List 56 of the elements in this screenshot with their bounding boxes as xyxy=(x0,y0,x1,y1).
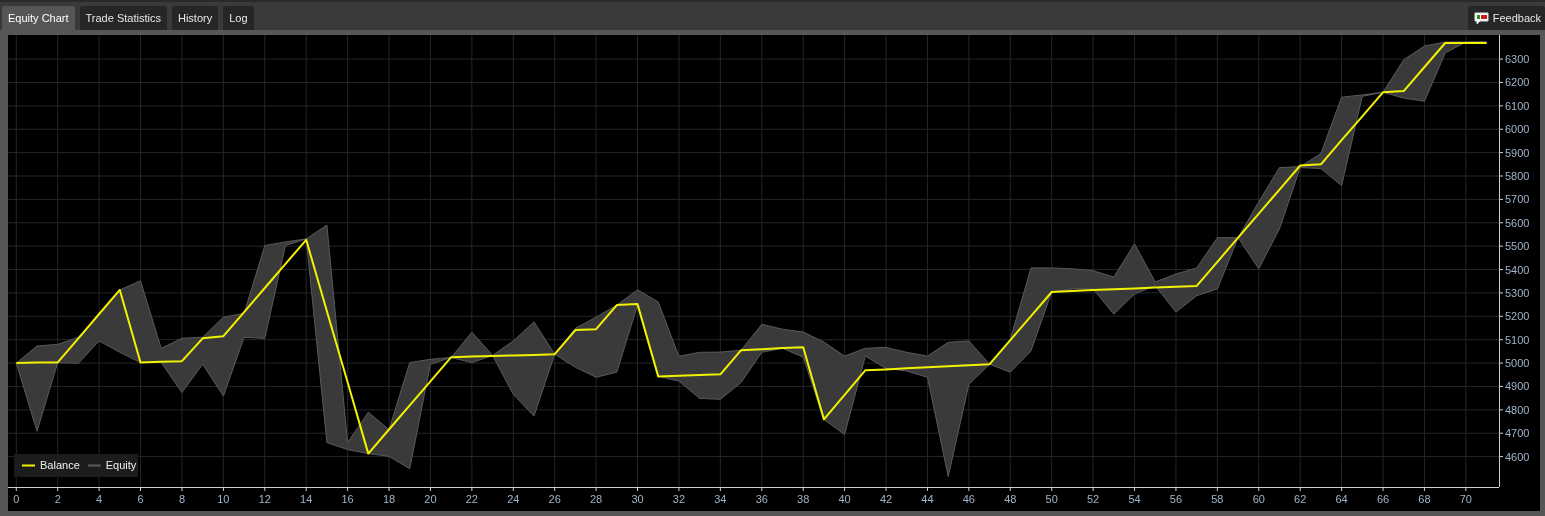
y-tick-label: 4600 xyxy=(1505,450,1530,463)
y-tick-label: 4900 xyxy=(1505,380,1530,393)
x-tick-label: 66 xyxy=(1376,493,1390,505)
x-tick-label: 70 xyxy=(1459,493,1472,505)
x-tick-label: 54 xyxy=(1128,493,1141,505)
y-tick-label: 5500 xyxy=(1505,240,1530,253)
x-tick-label: 14 xyxy=(300,493,313,505)
x-tick-label: 46 xyxy=(962,493,975,505)
x-tick-label: 0 xyxy=(13,493,20,505)
y-tick-label: 6200 xyxy=(1505,76,1530,89)
y-tick-label: 4800 xyxy=(1505,403,1530,416)
y-tick-label: 5000 xyxy=(1505,357,1530,370)
y-tick-label: 6000 xyxy=(1505,123,1530,136)
legend-label: Balance xyxy=(40,459,80,471)
y-tick-label: 5400 xyxy=(1505,263,1530,276)
x-tick-label: 64 xyxy=(1335,493,1348,505)
x-tick-label: 8 xyxy=(178,493,185,505)
x-tick-label: 40 xyxy=(838,493,851,505)
x-tick-label: 2 xyxy=(54,493,61,505)
x-tick-label: 48 xyxy=(1004,493,1017,505)
y-tick-label: 5900 xyxy=(1505,146,1530,159)
y-tick-label: 5800 xyxy=(1505,170,1530,182)
y-tick-label: 5700 xyxy=(1505,193,1530,206)
y-tick-label: 5300 xyxy=(1505,286,1530,299)
y-tick-label: 4700 xyxy=(1505,427,1530,440)
x-tick-label: 28 xyxy=(590,493,603,505)
x-tick-label: 32 xyxy=(672,493,686,505)
x-tick-label: 12 xyxy=(258,493,271,505)
x-tick-label: 38 xyxy=(797,493,810,505)
x-tick-label: 20 xyxy=(424,493,437,505)
y-tick-label: 5600 xyxy=(1505,216,1530,229)
y-tick-label: 5200 xyxy=(1505,310,1530,323)
x-tick-label: 58 xyxy=(1211,493,1224,505)
y-tick-label: 5100 xyxy=(1505,333,1530,346)
x-tick-label: 44 xyxy=(921,493,934,505)
x-tick-label: 60 xyxy=(1252,493,1265,505)
x-tick-label: 4 xyxy=(96,493,103,505)
x-tick-label: 52 xyxy=(1087,493,1100,505)
x-tick-label: 56 xyxy=(1169,493,1183,505)
x-tick-label: 34 xyxy=(714,493,727,505)
legend-label: Equity xyxy=(105,459,137,471)
x-tick-label: 68 xyxy=(1418,493,1431,505)
x-tick-label: 36 xyxy=(755,493,768,505)
x-tick-label: 62 xyxy=(1294,493,1307,505)
x-tick-label: 50 xyxy=(1045,493,1058,505)
x-tick-label: 42 xyxy=(879,493,893,505)
y-tick-label: 6100 xyxy=(1505,99,1530,112)
x-tick-label: 22 xyxy=(465,493,478,505)
x-tick-label: 26 xyxy=(548,493,561,505)
x-tick-label: 6 xyxy=(137,493,144,505)
x-tick-label: 16 xyxy=(341,493,354,505)
x-tick-label: 18 xyxy=(382,493,396,505)
x-tick-label: 10 xyxy=(217,493,230,505)
y-tick-label: 6300 xyxy=(1505,53,1530,66)
x-tick-label: 30 xyxy=(631,493,644,505)
x-tick-label: 24 xyxy=(507,493,520,505)
